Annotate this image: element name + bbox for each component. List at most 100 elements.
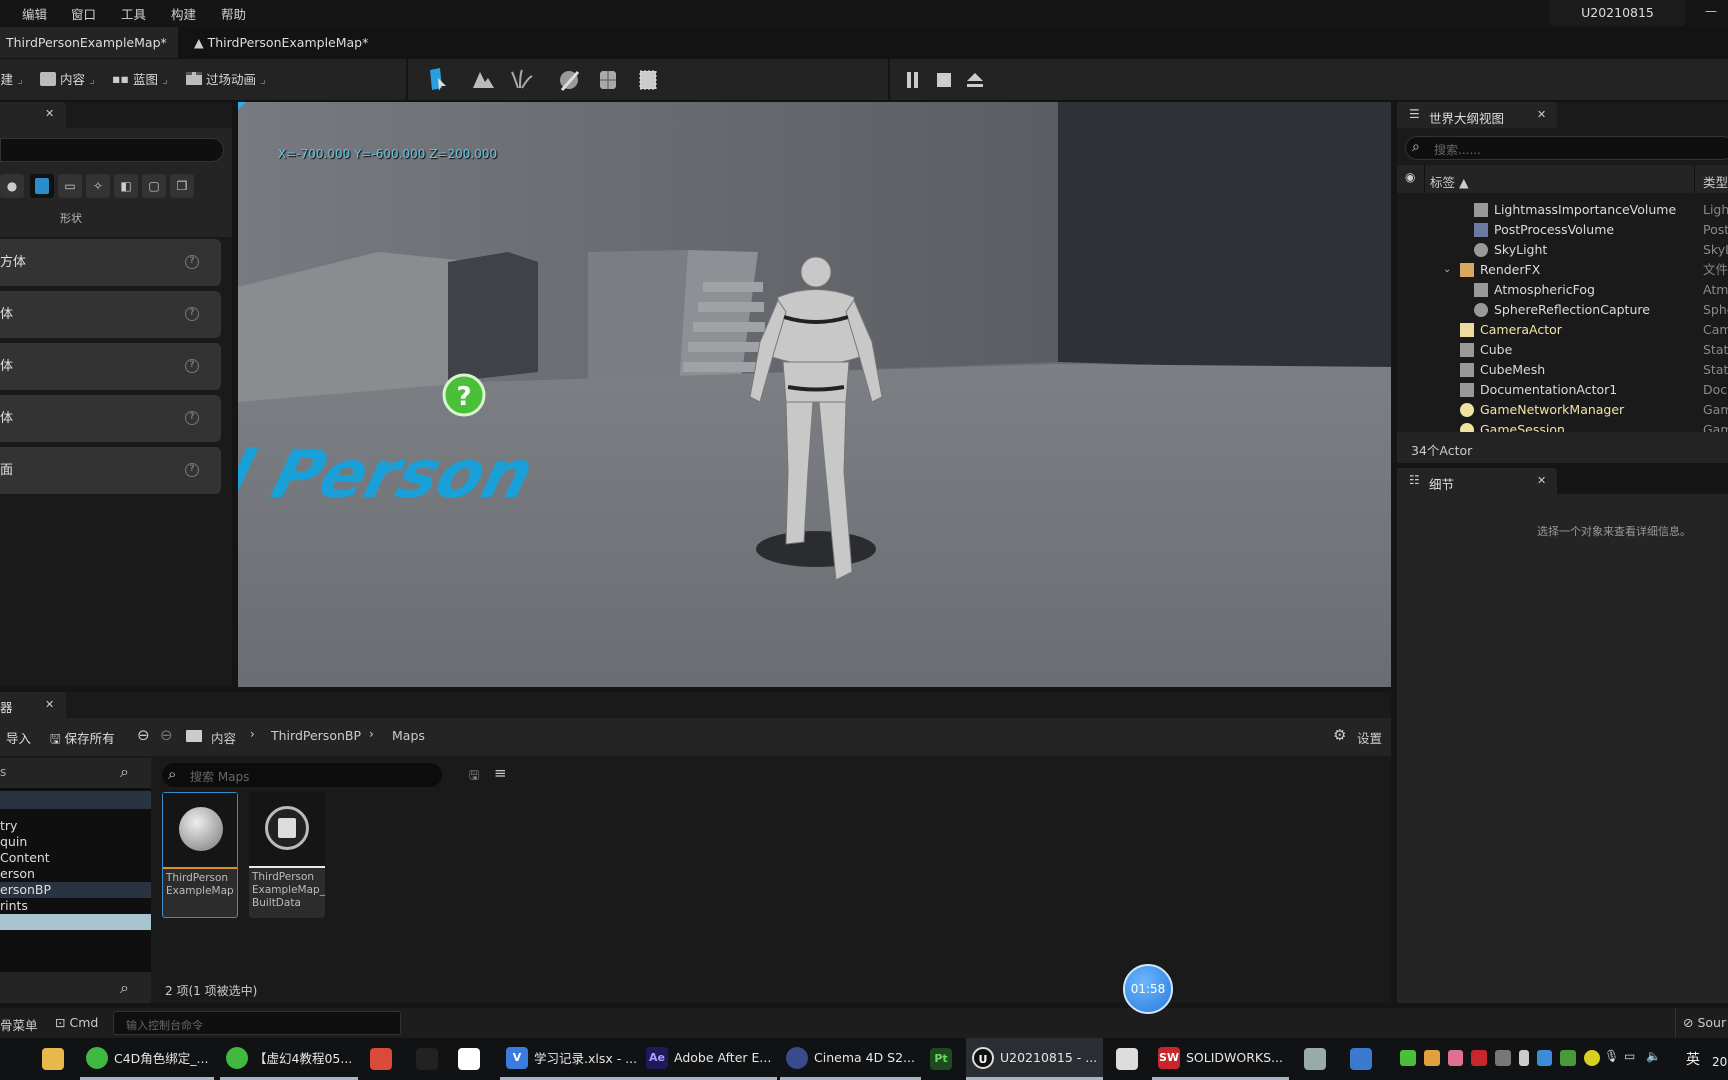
shape-item-sphere[interactable]: 球体? (0, 291, 221, 338)
folder-tree-item[interactable] (0, 914, 151, 930)
outliner-row[interactable]: GameNetworkManager GameNetworkManager (1397, 400, 1728, 420)
cmd-button[interactable]: ⊡ Cmd (55, 1015, 98, 1030)
taskbar-item[interactable]: Cinema 4D S2... (780, 1038, 921, 1080)
tray-icon[interactable] (1471, 1050, 1488, 1066)
content-button[interactable]: 内容 ⌟ (40, 69, 95, 88)
input-method-indicator[interactable]: 英 (1686, 1049, 1700, 1069)
folder-tree-item[interactable]: rints (0, 898, 151, 914)
place-actors-tab[interactable]: ✕ (0, 102, 66, 128)
breadcrumb-content[interactable]: 内容 (211, 728, 236, 747)
taskbar-item[interactable] (1110, 1038, 1144, 1080)
taskbar-item[interactable]: C4D角色绑定_... (80, 1038, 215, 1080)
close-icon[interactable]: ✕ (1537, 108, 1546, 121)
taskbar-item[interactable] (1344, 1038, 1378, 1080)
taskbar-item[interactable] (364, 1038, 398, 1080)
filter-icon[interactable]: ≡ (494, 764, 507, 782)
taskbar-item[interactable]: Pt (924, 1038, 958, 1080)
outliner-row[interactable]: Cube StaticMeshActor (1397, 340, 1728, 360)
documentation-actor-icon[interactable]: ? (442, 373, 486, 417)
outliner-row[interactable]: SkyLight SkyLight (1397, 240, 1728, 260)
shape-item-plane[interactable]: 平面? (0, 447, 221, 494)
outliner-row[interactable]: PostProcessVolume PostProcessVolume (1397, 220, 1728, 240)
network-icon[interactable]: ▭ (1624, 1049, 1635, 1063)
outliner-row[interactable]: CubeMesh StaticMeshActor (1397, 360, 1728, 380)
tray-icon[interactable] (1495, 1050, 1511, 1066)
back-icon[interactable]: ⊖ (137, 726, 150, 744)
outliner-row[interactable]: SphereReflectionCapture SphereReflectionC… (1397, 300, 1728, 320)
save-search-icon[interactable]: 🖫 (469, 766, 479, 787)
taskbar-item[interactable] (1298, 1038, 1332, 1080)
foliage-icon[interactable] (511, 69, 533, 89)
taskbar-item[interactable]: V 学习记录.xlsx - ... (500, 1038, 644, 1080)
minimize-button[interactable]: — (1705, 4, 1717, 18)
level-viewport[interactable]: d Person ? X=-700.000 Y=-600.000 Z=200.0… (238, 102, 1391, 687)
landscape-icon[interactable] (473, 72, 494, 88)
fracture-icon[interactable] (600, 71, 616, 89)
outliner-row[interactable]: ⌄ RenderFX 文件夹 (1397, 260, 1728, 280)
outliner-search-input[interactable]: ⌕ 搜索...... (1405, 136, 1728, 160)
menu-build[interactable]: 构建 (171, 4, 196, 23)
stop-icon[interactable] (937, 73, 951, 87)
taskbar-item[interactable]: 【虚幻4教程05... (220, 1038, 359, 1080)
breadcrumb-maps[interactable]: Maps (392, 728, 425, 743)
brush-edit-icon[interactable] (639, 70, 657, 90)
outliner-row[interactable]: AtmosphericFog AtmosphericFog (1397, 280, 1728, 300)
volume-icon[interactable]: 🔈 (1646, 1049, 1661, 1063)
search-icon[interactable]: ⌕ (120, 978, 129, 998)
visual-effects-icon[interactable]: ✧ (86, 174, 110, 198)
volumes-icon[interactable]: ▢ (142, 174, 166, 198)
content-browser-tab[interactable]: 器 ✕ (0, 692, 66, 718)
column-type-header[interactable]: 类型 (1703, 172, 1728, 191)
search-icon[interactable]: ⌕ (120, 762, 129, 782)
expand-chevron-icon[interactable]: ⌄ (1443, 260, 1451, 280)
asset-tile[interactable]: ThirdPerson ExampleMap (162, 792, 238, 918)
shapes-cube-icon[interactable] (30, 174, 54, 198)
chevron-right-icon[interactable]: › (369, 727, 374, 741)
menu-help[interactable]: 帮助 (221, 4, 246, 23)
tab-level-editor-2[interactable]: ▲ ThirdPersonExampleMap* (188, 27, 374, 58)
recording-timer[interactable]: 01:58 (1123, 964, 1173, 1014)
folder-tree-item[interactable]: quin (0, 834, 151, 850)
save-all-button[interactable]: 🖫 保存所有 (50, 728, 115, 751)
clock[interactable]: 20 (1712, 1055, 1727, 1069)
usb-icon[interactable] (1518, 1050, 1529, 1066)
blueprint-button[interactable]: ▪▪ 蓝图 ⌟ (112, 69, 168, 88)
settings-button[interactable]: 设置 (1357, 728, 1382, 747)
asset-search-input[interactable]: ⌕ 搜索 Maps (162, 763, 442, 787)
world-outliner-tab[interactable]: ☰ 世界大纲视图 ✕ (1397, 102, 1557, 128)
search-input[interactable] (0, 138, 224, 162)
mesh-paint-icon[interactable] (560, 71, 580, 91)
outliner-row[interactable]: CameraActor CameraActor (1397, 320, 1728, 340)
help-icon[interactable]: ? (185, 359, 199, 373)
taskbar-item[interactable] (36, 1038, 70, 1080)
console-command-input[interactable]: 输入控制台命令 (113, 1011, 401, 1035)
content-drawer-button[interactable]: 骨菜单 (0, 1015, 38, 1034)
folder-tree-item[interactable]: Content (0, 850, 151, 866)
settings-gear-icon[interactable]: ⚙ (1333, 726, 1346, 744)
cinematics-button[interactable]: 过场动画 ⌟ (186, 69, 266, 88)
all-classes-icon[interactable]: ❐ (170, 174, 194, 198)
taskbar-item[interactable]: SW SOLIDWORKS... (1152, 1038, 1289, 1080)
close-icon[interactable]: ✕ (45, 107, 54, 120)
cinematic-icon[interactable]: ▭ (58, 174, 82, 198)
forward-icon[interactable]: ⊖ (160, 726, 173, 744)
sources-search[interactable]: s ⌕ (0, 758, 151, 788)
eject-icon[interactable] (967, 73, 983, 87)
tab-level-editor[interactable]: ThirdPersonExampleMap* (0, 27, 178, 58)
help-icon[interactable]: ? (185, 307, 199, 321)
outliner-row[interactable]: DocumentationActor1 DocumentationActor (1397, 380, 1728, 400)
shape-item-cylinder[interactable]: 圆柱体? (0, 343, 221, 390)
menu-tools[interactable]: 工具 (121, 4, 146, 23)
chevron-right-icon[interactable]: › (250, 727, 255, 741)
import-button[interactable]: 导入 (6, 728, 31, 747)
tray-icon[interactable] (1536, 1050, 1553, 1066)
microphone-icon[interactable]: 🎙 (1604, 1049, 1619, 1063)
menu-edit[interactable]: 编辑 (22, 4, 47, 23)
close-icon[interactable]: ✕ (1537, 474, 1546, 487)
outliner-row[interactable]: LightmassImportanceVolume LightmassImport… (1397, 200, 1728, 220)
column-label-header[interactable]: 标签 ▲ (1430, 172, 1469, 191)
select-mode-icon[interactable] (430, 68, 446, 91)
source-control-button[interactable]: ⊘ Sour (1683, 1015, 1726, 1030)
close-icon[interactable]: ✕ (45, 698, 54, 711)
folder-tree-item[interactable]: ersonBP (0, 882, 151, 898)
